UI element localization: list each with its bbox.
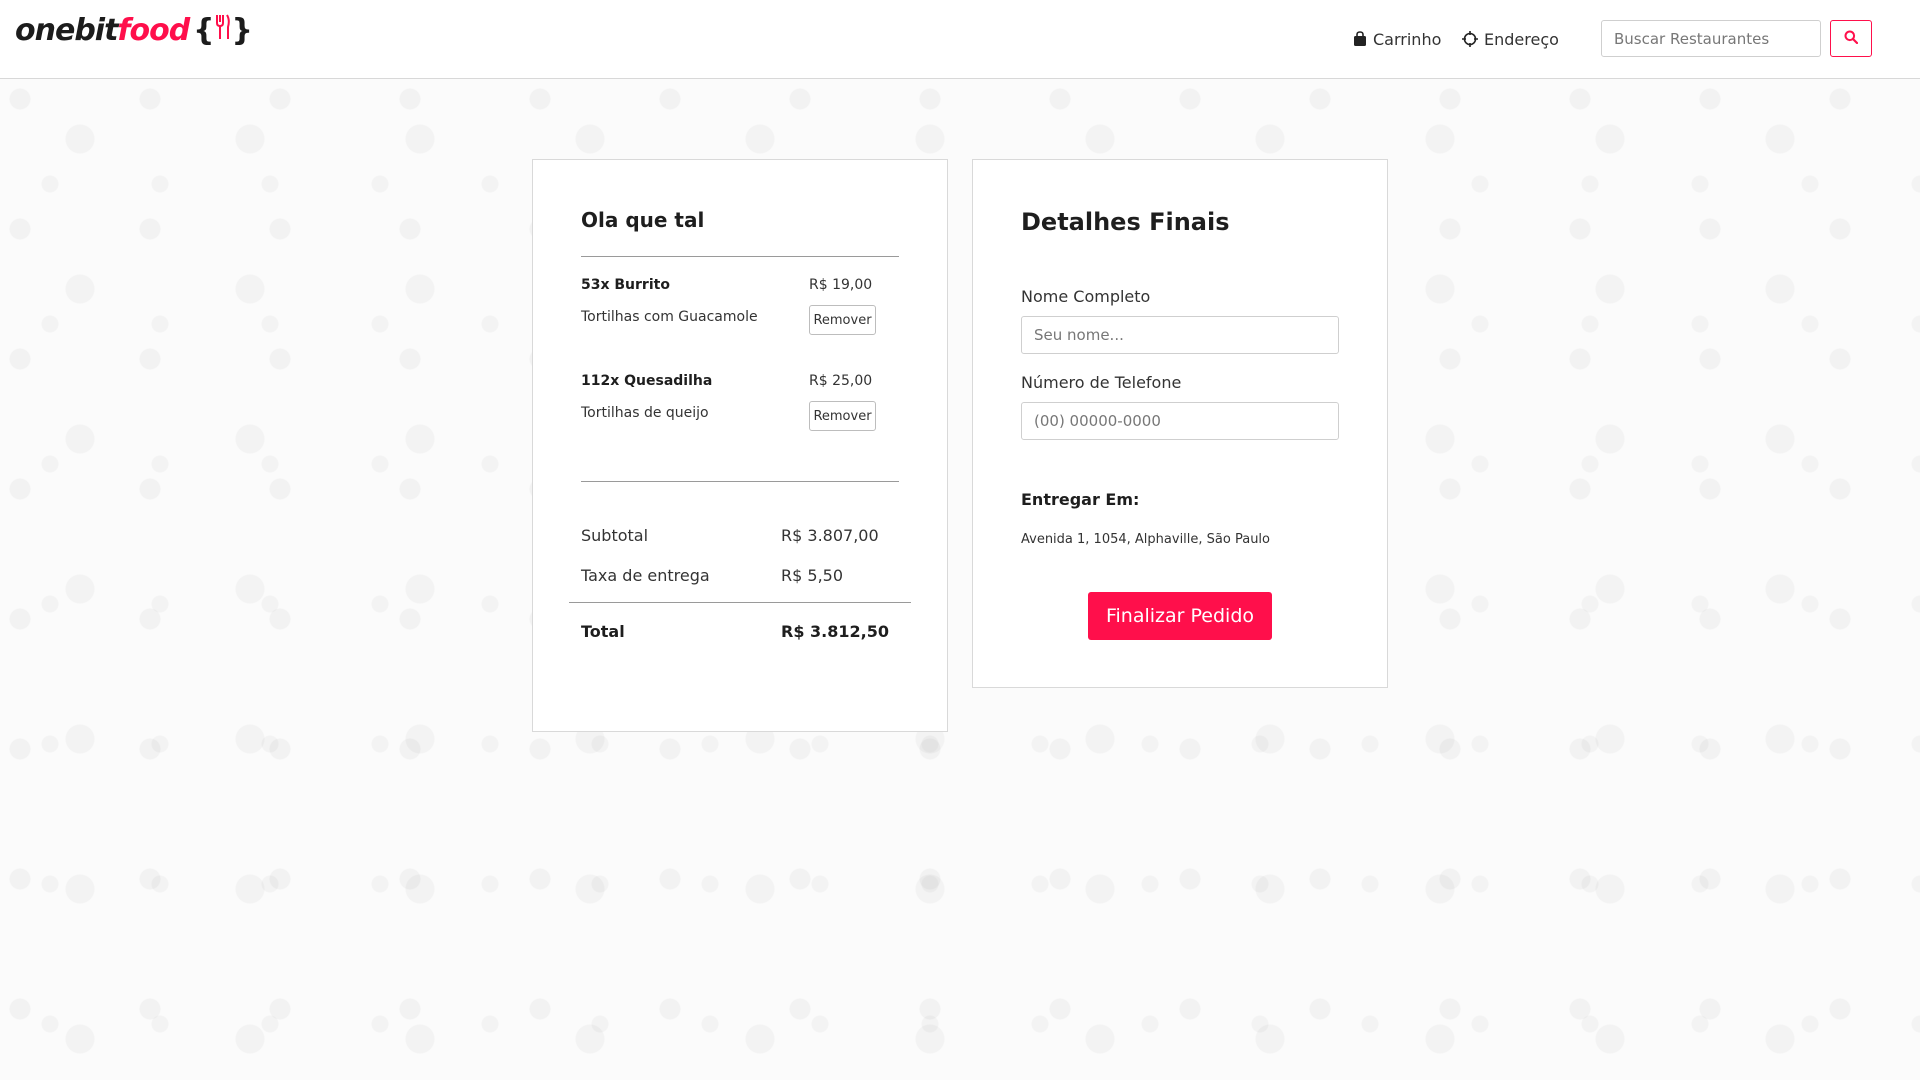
item-name: 112x Quesadilha: [581, 373, 713, 389]
shopping-bag-icon: [1353, 31, 1367, 47]
search-button[interactable]: [1830, 20, 1872, 57]
phone-field[interactable]: [1021, 402, 1339, 440]
divider: [569, 602, 911, 603]
food-doodle-background: [0, 79, 1920, 1080]
remove-item-button[interactable]: Remover: [809, 305, 876, 335]
item-price: R$ 25,00: [809, 373, 873, 389]
logo-brace-close: }: [231, 12, 253, 48]
order-summary-card: Ola que tal 53x Burrito R$ 19,00 Tortilh…: [532, 159, 948, 732]
logo-text-food: food: [117, 12, 190, 48]
total-label: Total: [581, 622, 625, 641]
total-value: R$ 3.812,50: [781, 622, 889, 641]
logo-text-onebit: onebit: [15, 12, 118, 48]
deliver-to-label: Entregar Em:: [1021, 490, 1140, 509]
delivery-fee-label: Taxa de entrega: [581, 566, 710, 585]
final-details-card: Detalhes Finais Nome Completo Número de …: [972, 159, 1388, 688]
nav-cart-link[interactable]: Carrinho: [1353, 27, 1441, 51]
full-name-label: Nome Completo: [1021, 287, 1151, 306]
restaurant-search-input[interactable]: [1601, 20, 1821, 57]
item-description: Tortilhas com Guacamole: [581, 309, 758, 325]
logo-brace-open: {: [193, 12, 214, 48]
crosshair-icon: [1462, 31, 1478, 47]
nav-cart-label: Carrinho: [1373, 29, 1442, 49]
item-name: 53x Burrito: [581, 277, 670, 293]
search-icon: [1844, 29, 1859, 48]
item-price: R$ 19,00: [809, 277, 873, 293]
restaurant-name: Ola que tal: [581, 208, 705, 232]
delivery-address: Avenida 1, 1054, Alphaville, São Paulo: [1021, 532, 1270, 547]
nav-address-label: Endereço: [1484, 29, 1559, 49]
item-description: Tortilhas de queijo: [581, 405, 709, 421]
divider: [581, 256, 899, 257]
remove-item-button[interactable]: Remover: [809, 401, 876, 431]
subtotal-value: R$ 3.807,00: [781, 526, 879, 545]
subtotal-label: Subtotal: [581, 526, 649, 545]
details-title: Detalhes Finais: [1021, 208, 1230, 236]
top-navbar: onebit food { } Carrinho Endereço Buscar…: [0, 0, 1920, 79]
fork-knife-icon: [215, 14, 231, 46]
delivery-fee-value: R$ 5,50: [781, 566, 844, 585]
divider: [581, 481, 899, 482]
full-name-field[interactable]: [1021, 316, 1339, 354]
nav-address-link[interactable]: Endereço: [1462, 27, 1559, 51]
onebitfood-logo[interactable]: onebit food { }: [15, 10, 253, 50]
phone-label: Número de Telefone: [1021, 373, 1182, 392]
finish-order-button[interactable]: Finalizar Pedido: [1088, 592, 1272, 640]
